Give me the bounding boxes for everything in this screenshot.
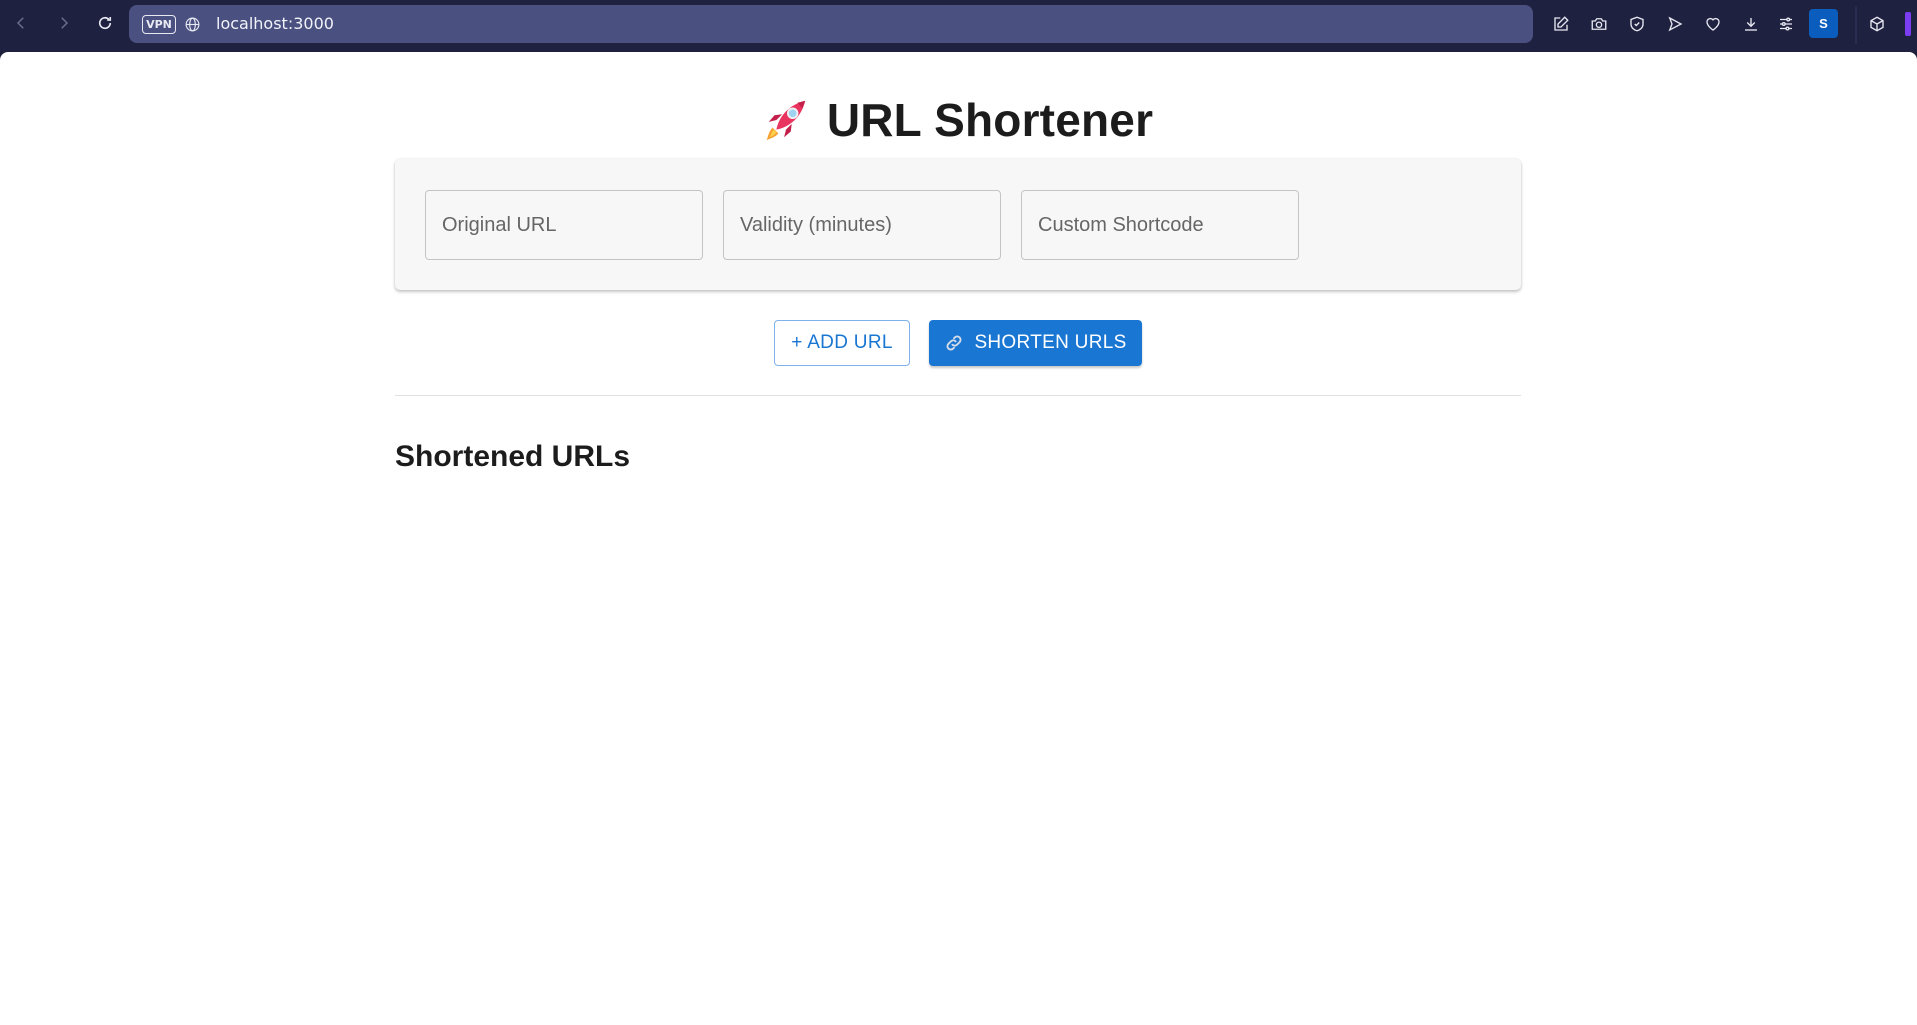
reload-button[interactable] <box>92 10 118 36</box>
send-icon[interactable] <box>1664 13 1686 35</box>
add-url-label: + ADD URL <box>791 332 893 353</box>
custom-shortcode-input[interactable] <box>1021 190 1299 260</box>
chevron-right-icon <box>61 17 69 29</box>
sidebar-tab-indicator[interactable] <box>1905 12 1911 36</box>
shorten-urls-label: SHORTEN URLS <box>974 332 1127 353</box>
globe-icon <box>185 17 200 32</box>
url-text[interactable]: localhost:3000 <box>216 14 334 33</box>
original-url-input[interactable] <box>425 190 703 260</box>
link-icon <box>946 335 962 351</box>
heart-icon[interactable] <box>1702 13 1724 35</box>
edit-note-icon[interactable] <box>1550 13 1572 35</box>
chevron-left-icon <box>16 17 24 29</box>
validity-input[interactable] <box>723 190 1001 260</box>
shortened-urls-heading: Shortened URLs <box>395 440 631 473</box>
page-header: URL Shortener <box>395 92 1521 148</box>
action-buttons: + ADD URL SHORTEN URLS <box>395 320 1521 366</box>
page-viewport: URL Shortener + ADD URL SHORTEN URLS Sho… <box>0 52 1917 1025</box>
cube-icon[interactable] <box>1866 13 1888 35</box>
camera-icon[interactable] <box>1588 13 1610 35</box>
shorten-urls-button[interactable]: SHORTEN URLS <box>929 320 1142 366</box>
add-url-button[interactable]: + ADD URL <box>774 320 910 366</box>
profile-avatar[interactable]: S <box>1809 9 1838 38</box>
settings-sliders-icon[interactable] <box>1775 13 1797 35</box>
vpn-badge[interactable]: VPN <box>142 15 176 34</box>
address-bar[interactable]: VPN localhost:3000 <box>129 5 1533 43</box>
main-container: URL Shortener + ADD URL SHORTEN URLS Sho… <box>395 52 1521 1025</box>
download-icon[interactable] <box>1740 13 1762 35</box>
shield-icon[interactable] <box>1626 13 1648 35</box>
back-button[interactable] <box>8 10 34 36</box>
section-divider <box>395 395 1521 396</box>
toolbar-divider <box>1855 6 1857 44</box>
reload-icon <box>98 16 112 30</box>
browser-toolbar: VPN localhost:3000 S <box>0 0 1917 52</box>
page-title: URL Shortener <box>826 94 1154 146</box>
forward-button[interactable] <box>51 10 77 36</box>
rocket-icon <box>766 100 805 141</box>
url-form-card <box>395 159 1521 290</box>
